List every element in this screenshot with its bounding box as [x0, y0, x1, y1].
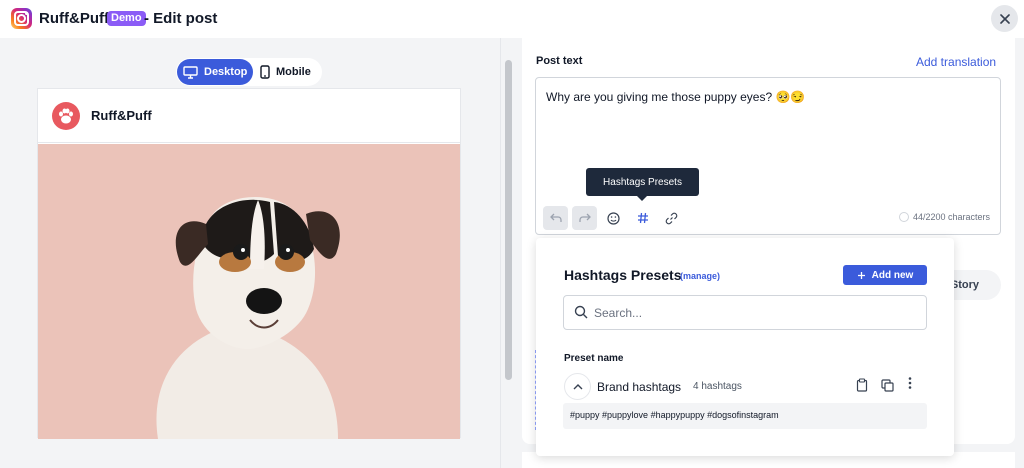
- tooltip-arrow: [637, 196, 647, 201]
- manage-presets-link[interactable]: (manage): [680, 271, 720, 281]
- preset-tags-text: #puppy #puppylove #happypuppy #dogsofins…: [570, 410, 779, 420]
- add-new-label: Add new: [871, 269, 914, 281]
- top-bar: Ruff&Puff Demo - Edit post: [0, 0, 1024, 38]
- demo-badge: Demo: [107, 11, 146, 26]
- more-options-icon[interactable]: [903, 376, 917, 390]
- post-author-name: Ruff&Puff: [91, 108, 152, 123]
- post-header: Ruff&Puff: [38, 89, 460, 143]
- character-counter: 44/2200 characters: [899, 212, 990, 222]
- hashtag-tooltip: Hashtags Presets: [586, 168, 699, 196]
- collapse-preset-button[interactable]: [564, 373, 591, 400]
- search-icon: [574, 305, 588, 324]
- desktop-toggle-label: Desktop: [204, 66, 248, 78]
- preset-search-input[interactable]: [594, 303, 914, 323]
- preset-item-count: 4 hashtags: [693, 381, 742, 392]
- mobile-icon: [260, 65, 270, 79]
- hashtag-button[interactable]: [630, 206, 655, 230]
- page-title: - Edit post: [144, 10, 218, 27]
- copy-icon[interactable]: [880, 378, 894, 392]
- preview-scrollbar[interactable]: [505, 60, 512, 380]
- add-translation-link[interactable]: Add translation: [916, 55, 996, 69]
- redo-icon: [578, 213, 591, 222]
- emoji-icon: [607, 211, 620, 225]
- post-preview-card: Ruff&Puff: [37, 88, 461, 439]
- view-toggle: Desktop Mobile: [176, 58, 322, 86]
- post-text-content[interactable]: Why are you giving me those puppy eyes? …: [546, 90, 805, 104]
- undo-icon: [549, 213, 562, 222]
- clipboard-icon[interactable]: [855, 378, 869, 392]
- hashtag-icon: [637, 212, 648, 224]
- desktop-toggle-button[interactable]: Desktop: [177, 59, 253, 85]
- editor-toolbar: [543, 206, 688, 230]
- link-icon: [665, 212, 678, 224]
- undo-button[interactable]: [543, 206, 568, 230]
- close-button[interactable]: [991, 5, 1018, 32]
- link-button[interactable]: [659, 206, 684, 230]
- brand-title: Ruff&Puff: [39, 10, 109, 27]
- plus-icon: [857, 271, 865, 279]
- post-text-label: Post text: [536, 55, 583, 67]
- redo-button[interactable]: [572, 206, 597, 230]
- preset-item-name: Brand hashtags: [597, 380, 682, 394]
- chevron-up-icon: [573, 383, 582, 389]
- preset-name-column-header: Preset name: [564, 353, 624, 364]
- mobile-toggle-button[interactable]: Mobile: [260, 59, 311, 85]
- paw-icon: [52, 101, 80, 130]
- close-icon: [999, 13, 1010, 24]
- desktop-icon: [183, 65, 198, 79]
- progress-ring-icon: [899, 212, 909, 222]
- presets-title: Hashtags Presets: [564, 267, 682, 283]
- instagram-icon: [11, 8, 32, 29]
- add-new-preset-button[interactable]: Add new: [843, 265, 927, 285]
- mobile-toggle-label: Mobile: [276, 66, 311, 78]
- post-image: [38, 144, 460, 439]
- character-count-text: 44/2200 characters: [913, 212, 991, 222]
- emoji-button[interactable]: [601, 206, 626, 230]
